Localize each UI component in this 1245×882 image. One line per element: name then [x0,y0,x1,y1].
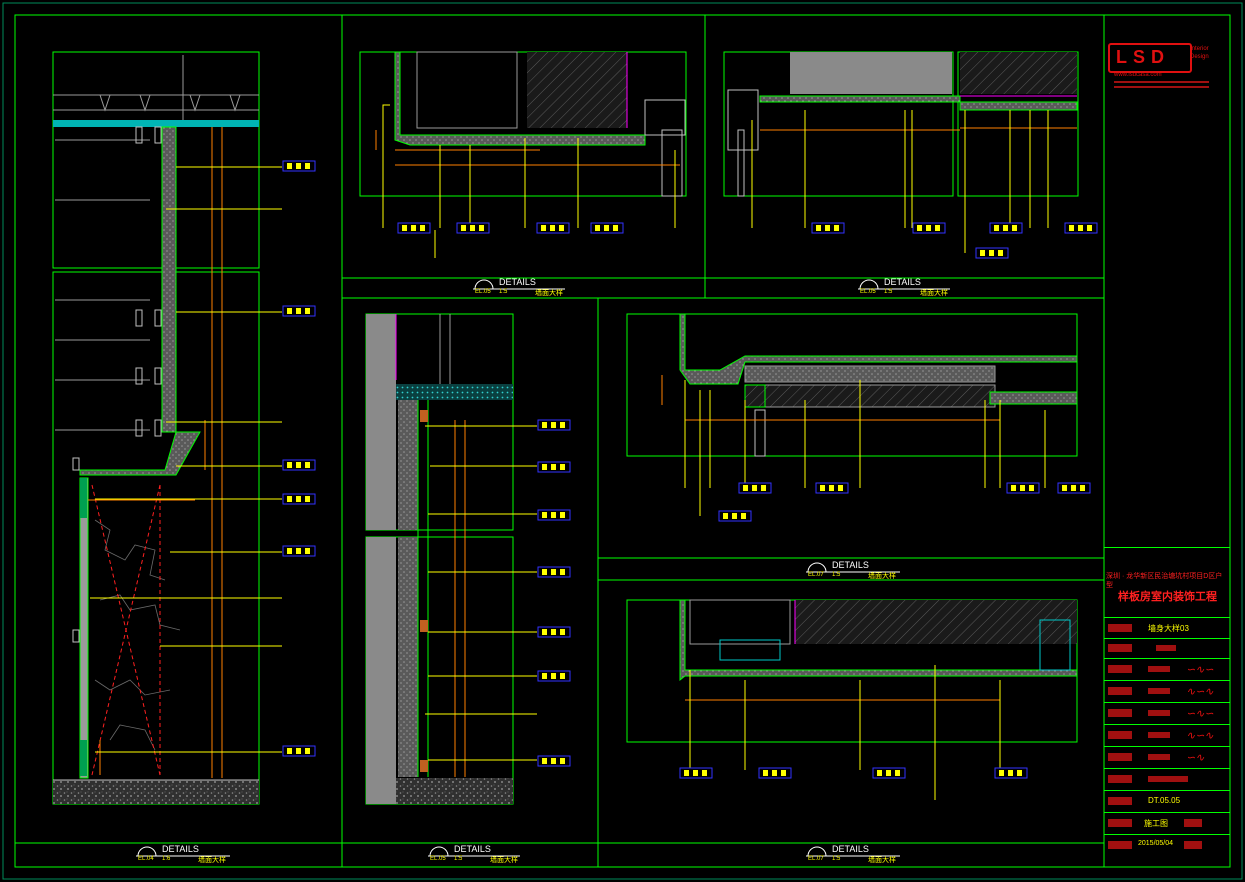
details-heading: DETAILS [162,844,199,854]
panel-3-plan-detail [723,51,1098,259]
row-key [1108,797,1132,805]
detail-label-panel-3: DETAILS EL.05 1:5 墙面大样 [860,276,980,300]
row-val [1148,666,1170,672]
project-name-line2: 样板房室内装饰工程 [1118,591,1217,603]
logo: LSD [1108,43,1192,73]
row-val [1156,645,1176,651]
row-key [1108,709,1132,717]
row-drawing-name: 墙身大样03 [1104,618,1230,639]
detail-label-panel-2: DETAILS EL.05 1:5 墙面大样 [475,276,595,300]
row-date: 2015/05/04 [1104,834,1230,856]
detail-ref: EL.07 [808,572,824,578]
detail-ref: EL.05 [475,289,491,295]
details-heading: DETAILS [499,277,536,287]
row-7: ∽∿ [1104,746,1230,769]
row-drawing-no: DT.05.05 [1104,790,1230,813]
row-val [1148,732,1170,738]
row-key [1108,753,1132,761]
logo-subtitle: Interior Design [1190,46,1209,60]
panel-5-plan-detail [626,313,1091,522]
row-key [1108,624,1132,632]
logo-address-line [1114,81,1209,83]
signature: ∽∿∽ [1186,708,1214,720]
detail-scale: 1:5 [832,856,841,862]
row-val [1148,688,1170,694]
row-key [1108,841,1132,849]
detail-title: 墙面大样 [198,857,226,864]
signature: ∿∽∿ [1186,686,1214,698]
row-8 [1104,768,1230,791]
row-key [1108,644,1132,652]
details-heading: DETAILS [884,277,921,287]
detail-title: 墙面大样 [535,290,563,297]
row-val [1184,819,1202,827]
row-val [1148,754,1170,760]
row-val [1148,710,1170,716]
details-heading: DETAILS [454,844,491,854]
detail-title: 墙面大样 [920,290,948,297]
project-box: 深圳 · 龙华新区民治塘坑村项目D区户型 样板房室内装饰工程 [1104,547,1230,618]
signature: ∿∽∿ [1186,730,1214,742]
detail-label-panel-1: DETAILS EL.04 1:6 墙面大样 [138,843,258,867]
detail-title: 墙面大样 [490,857,518,864]
detail-ref: EL.07 [808,856,824,862]
details-heading: DETAILS [832,560,869,570]
detail-ref: EL.05 [430,856,446,862]
row-phase: 施工图 [1104,812,1230,835]
signature: ∽∿ [1186,752,1205,764]
panel-2-plan-detail [359,51,687,258]
detail-scale: 1:5 [832,572,841,578]
row-val [1148,776,1188,782]
row-4: ∿∽∿ [1104,680,1230,703]
details-heading: DETAILS [832,844,869,854]
title-table: 墙身大样03 ∽∿∽ ∿∽∿ ∽∿∽ ∿∽∿ ∽∿ DT.05.05 施工图 2… [1104,617,1230,868]
row-key [1108,687,1132,695]
detail-title: 墙面大样 [868,857,896,864]
drawing-name: 墙身大样03 [1148,624,1189,633]
row-5: ∽∿∽ [1104,702,1230,725]
phase: 施工图 [1144,819,1168,828]
row-key [1108,665,1132,673]
detail-ref: EL.05 [860,289,876,295]
detail-label-panel-5: DETAILS EL.07 1:5 墙面大样 [808,559,928,583]
row-2 [1104,638,1230,659]
detail-label-panel-6: DETAILS EL.07 1:5 墙面大样 [808,843,928,867]
detail-scale: 1:5 [499,289,508,295]
row-key [1108,775,1132,783]
panel-4-wall-section [365,313,571,805]
detail-ref: EL.04 [138,856,154,862]
row-key [1108,731,1132,739]
row-val [1184,841,1202,849]
logo-address-line-2 [1114,86,1209,88]
cad-drawing-sheet [2,2,1243,880]
detail-label-panel-4: DETAILS EL.05 1:5 墙面大样 [430,843,550,867]
detail-title: 墙面大样 [868,573,896,580]
signature: ∽∿∽ [1186,664,1214,676]
website: www.lsdcasa.com [1114,72,1162,78]
drawing-number: DT.05.05 [1148,796,1181,805]
row-6: ∿∽∿ [1104,724,1230,747]
title-block: LSD Interior Design www.lsdcasa.com 深圳 ·… [1104,15,1230,867]
date: 2015/05/04 [1138,840,1174,847]
row-key [1108,819,1132,827]
logo-text: LSD [1116,47,1170,67]
detail-scale: 1:6 [162,856,171,862]
detail-scale: 1:5 [454,856,463,862]
panel-1-wall-section [52,51,316,805]
row-3: ∽∿∽ [1104,658,1230,681]
panel-6-plan-detail [626,599,1078,800]
detail-scale: 1:5 [884,289,893,295]
